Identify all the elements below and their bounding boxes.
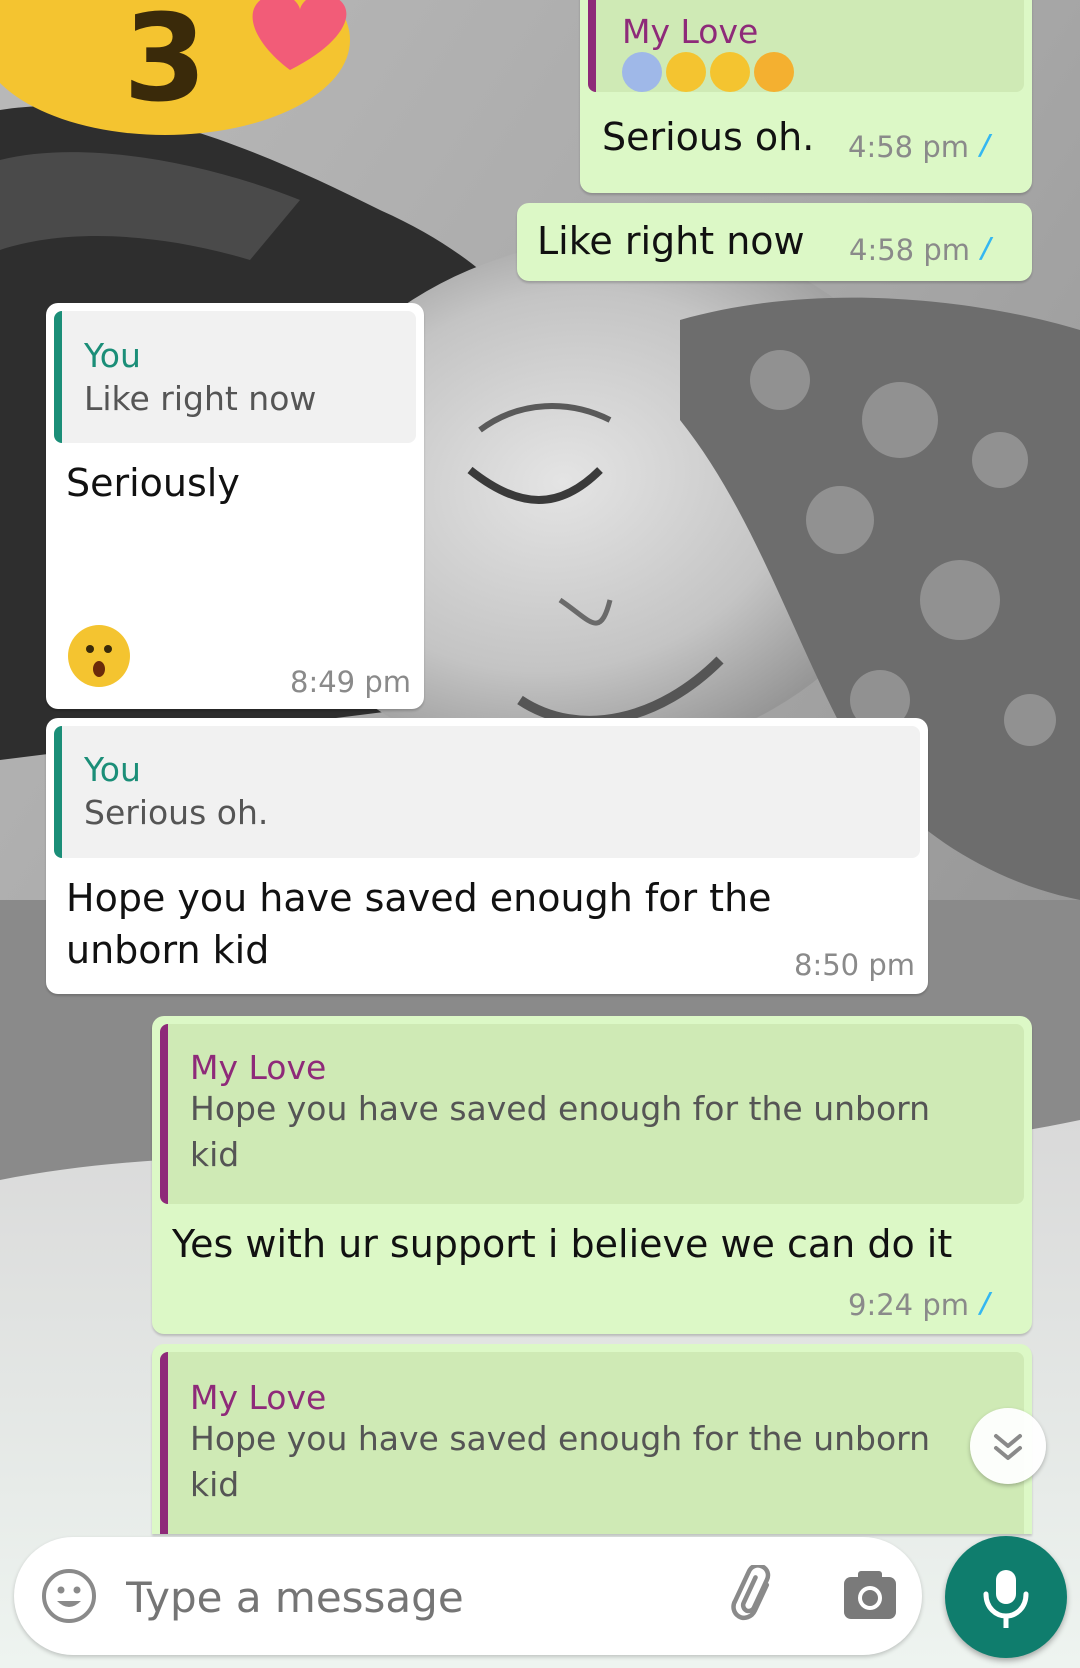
quote-bar — [54, 726, 62, 858]
quoted-message[interactable]: My Love Hope you have saved enough for t… — [160, 1024, 1024, 1204]
quoted-message[interactable]: My Love — [588, 0, 1024, 92]
quote-emoji-row — [622, 52, 822, 92]
face-blowing-kiss-icon — [666, 52, 706, 92]
quote-bar — [54, 311, 62, 443]
paperclip-icon[interactable] — [726, 1565, 788, 1627]
quoted-message[interactable]: You Serious oh. — [54, 726, 920, 858]
message-text: Yes with ur support i believe we can do … — [172, 1222, 953, 1266]
message-bubble-outgoing[interactable]: My Love Hope you have saved enough for t… — [152, 1344, 1032, 1534]
quote-author: My Love — [622, 12, 759, 51]
message-bubble-outgoing[interactable]: Like right now 4:58 pm // — [517, 203, 1032, 281]
quote-bar — [588, 0, 596, 92]
quote-author: You — [84, 336, 141, 375]
message-bubble-incoming[interactable]: You Like right now Seriously 8:49 pm — [46, 303, 424, 709]
message-text: Seriously — [66, 461, 240, 505]
voice-record-button[interactable] — [945, 1536, 1067, 1658]
message-time: 9:24 pm — [848, 1288, 969, 1322]
message-input[interactable] — [124, 1559, 688, 1635]
message-time: 8:49 pm — [290, 665, 411, 699]
camera-icon[interactable] — [840, 1567, 900, 1625]
message-text: Hope you have saved enough for the unbor… — [66, 876, 772, 972]
message-composer — [14, 1537, 922, 1655]
quote-text: Serious oh. — [84, 793, 269, 832]
quote-bar — [160, 1352, 168, 1534]
flushed-face-icon — [754, 52, 794, 92]
read-ticks-icon: // — [981, 231, 990, 264]
read-ticks-icon: // — [980, 1286, 989, 1319]
quoted-message[interactable]: You Like right now — [54, 311, 416, 443]
message-bubble-outgoing[interactable]: My Love Hope you have saved enough for t… — [152, 1016, 1032, 1334]
quoted-message[interactable]: My Love Hope you have saved enough for t… — [160, 1352, 1024, 1534]
scroll-to-bottom-button[interactable] — [970, 1408, 1046, 1484]
face-screaming-in-fear-icon — [622, 52, 662, 92]
quote-author: My Love — [190, 1048, 327, 1087]
smiley-icon[interactable] — [40, 1567, 98, 1625]
quote-author: You — [84, 750, 141, 789]
message-bubble-outgoing[interactable]: My Love Serious oh. 4:58 pm // — [580, 0, 1032, 193]
message-time: 4:58 pm — [849, 233, 970, 267]
read-ticks-icon: // — [980, 128, 989, 161]
microphone-icon — [983, 1570, 1029, 1628]
quote-text: Hope you have saved enough for the unbor… — [190, 1419, 931, 1504]
message-time: 8:50 pm — [794, 948, 915, 982]
message-time: 4:58 pm — [848, 130, 969, 164]
double-chevron-down-icon — [994, 1434, 1022, 1460]
quote-bar — [160, 1024, 168, 1204]
pleading-face-icon — [710, 52, 750, 92]
message-bubble-incoming[interactable]: You Serious oh. Hope you have saved enou… — [46, 718, 928, 994]
sticker-text: 3 — [123, 0, 207, 129]
message-text: Serious oh. — [602, 115, 815, 159]
quote-text: Hope you have saved enough for the unbor… — [190, 1089, 931, 1174]
astonished-face-icon — [68, 625, 130, 687]
quote-text: Like right now — [84, 379, 317, 418]
quote-author: My Love — [190, 1378, 327, 1417]
message-text: Like right now — [537, 219, 805, 263]
